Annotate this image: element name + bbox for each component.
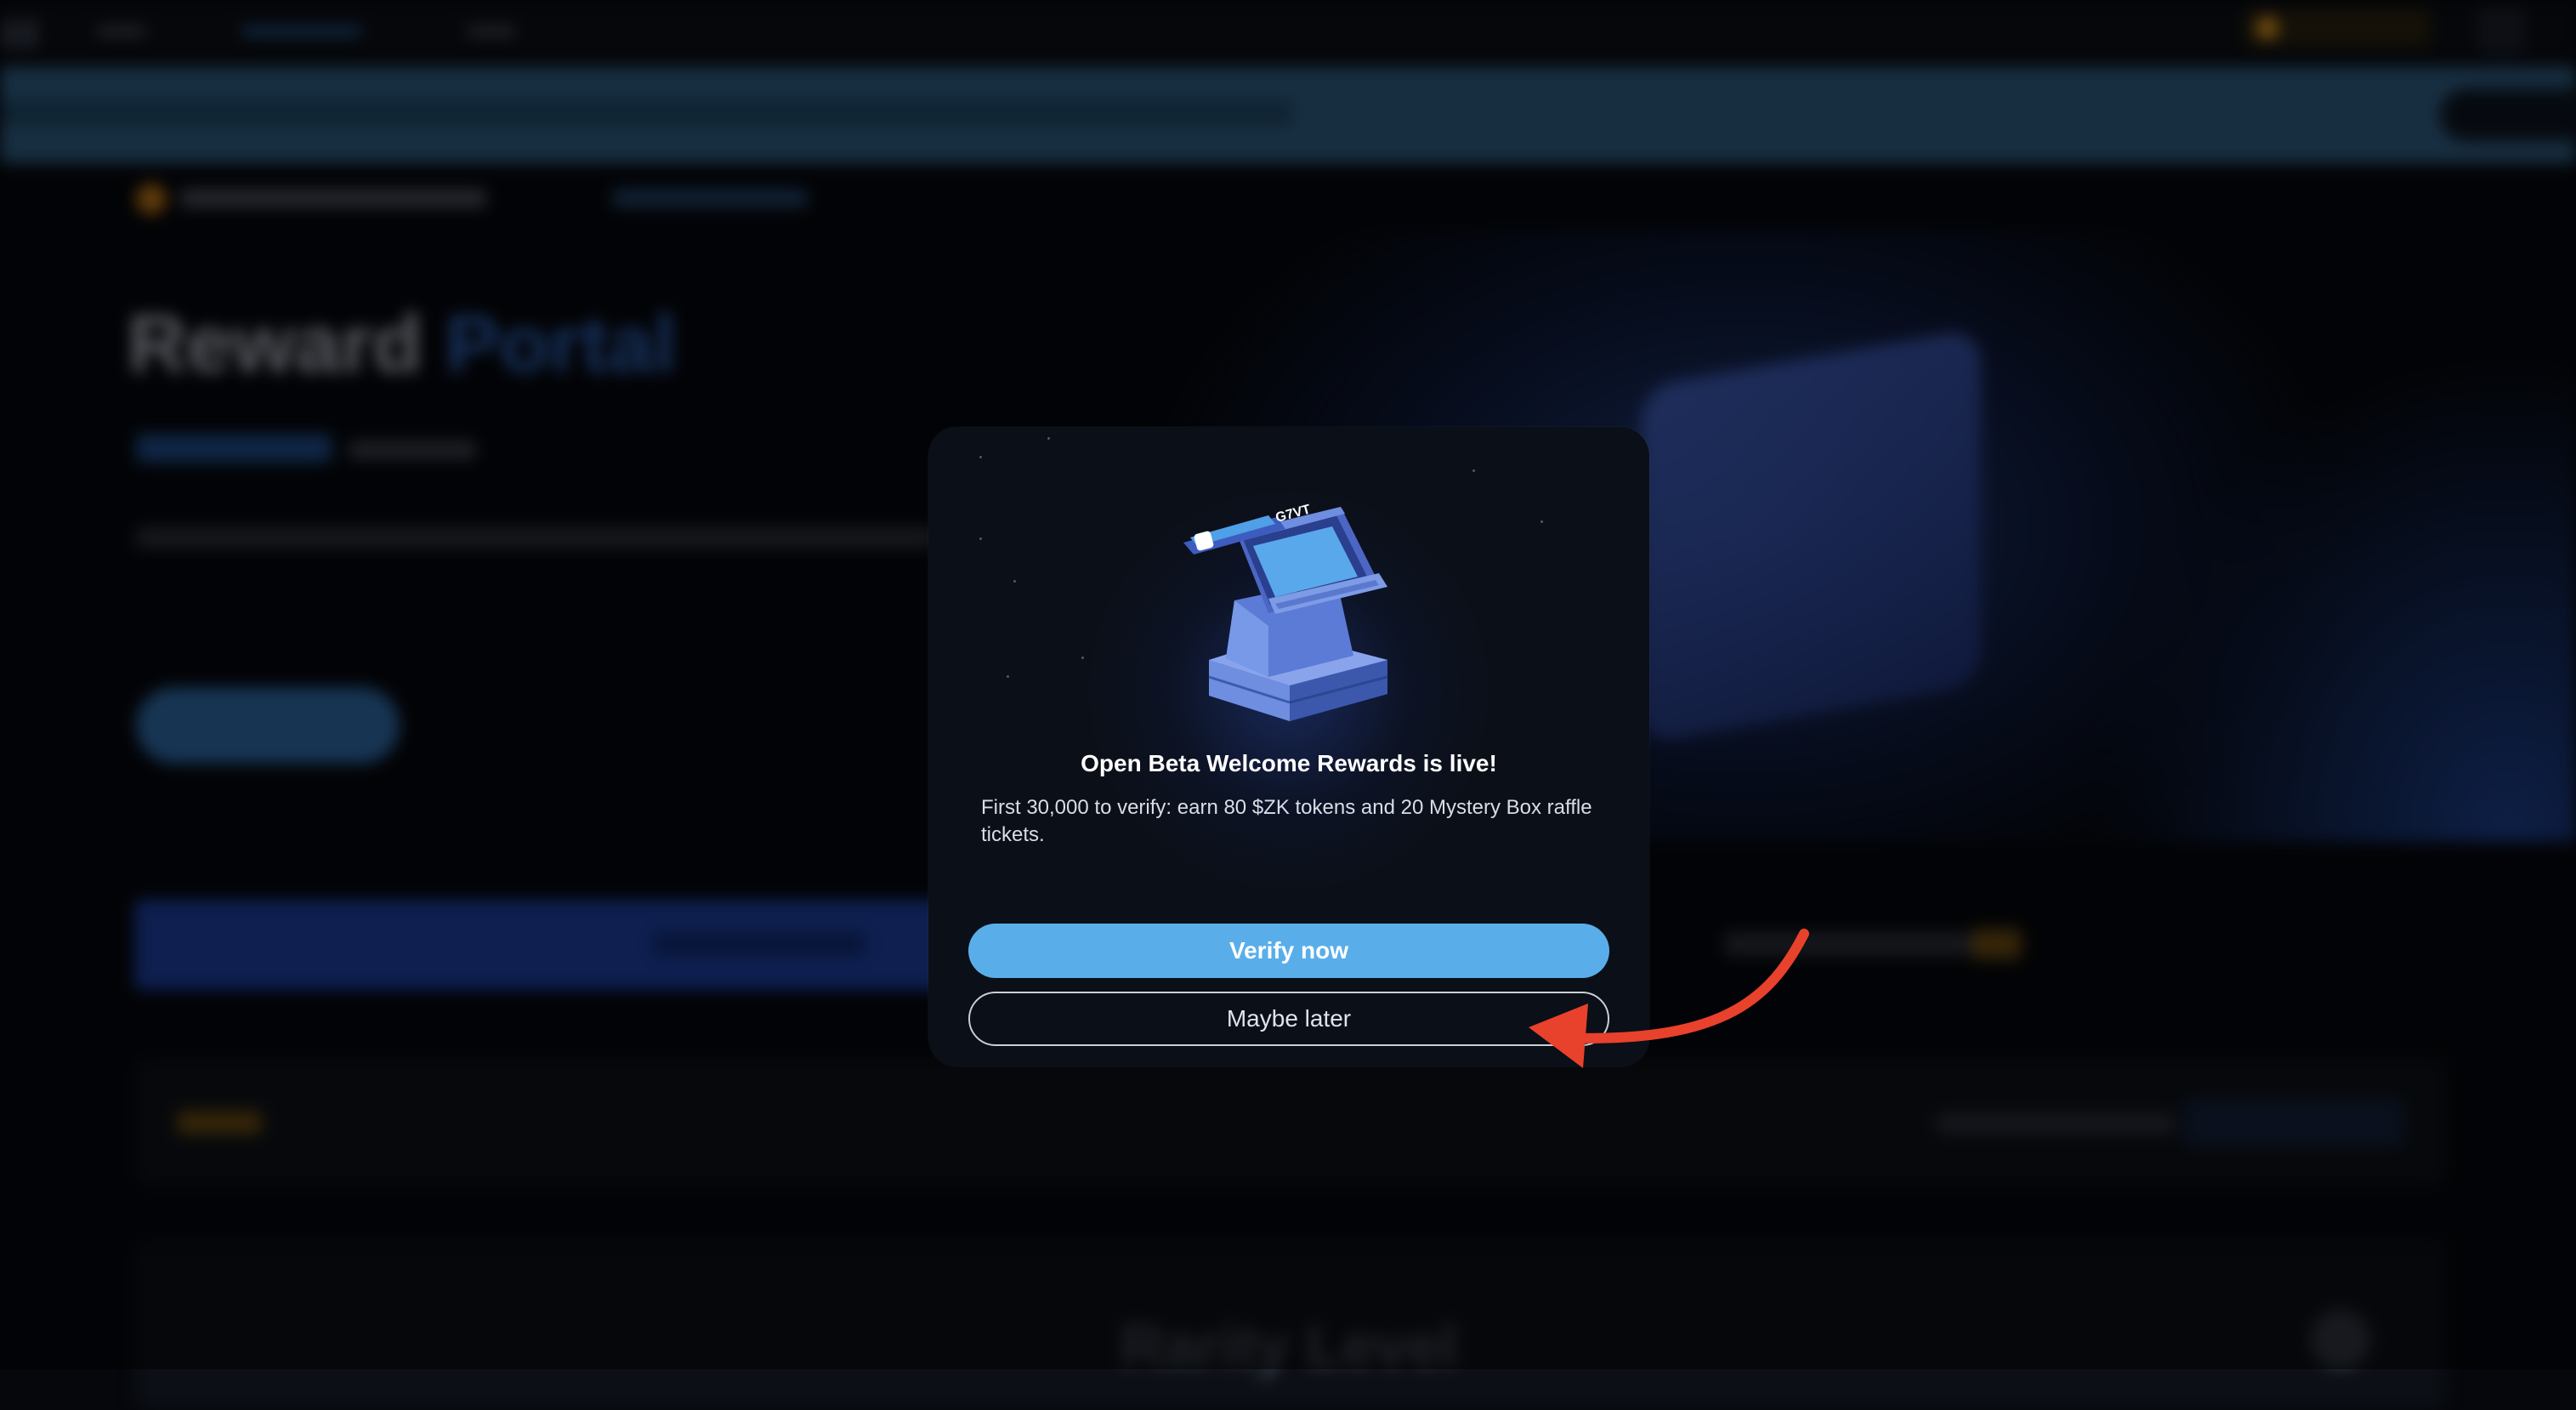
voucher-machine-icon: G7VT	[1183, 503, 1388, 721]
modal-description: First 30,000 to verify: earn 80 $ZK toke…	[981, 796, 1592, 846]
maybe-later-button[interactable]: Maybe later	[968, 992, 1609, 1046]
welcome-rewards-modal: G7VT Open Beta Welcome Rewards is live! …	[928, 427, 1649, 1066]
verify-now-button[interactable]: Verify now	[968, 924, 1609, 978]
modal-title: Open Beta Welcome Rewards is live!	[1081, 750, 1497, 776]
